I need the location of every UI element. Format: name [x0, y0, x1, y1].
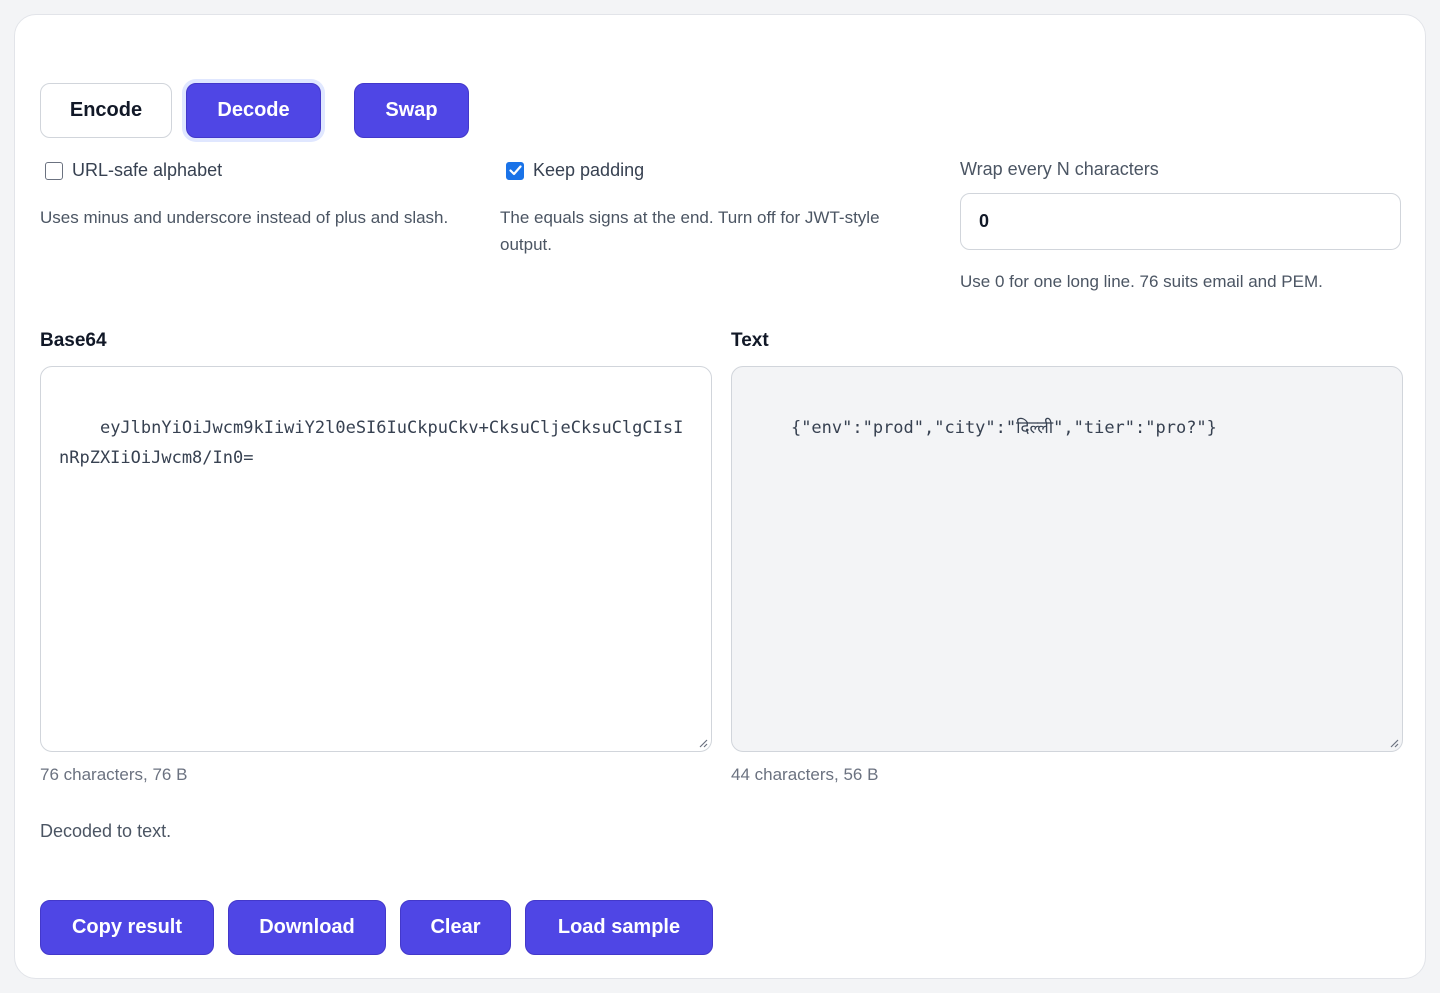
decode-button[interactable]: Decode: [186, 83, 321, 138]
wrap-input-value: 0: [979, 211, 990, 231]
text-textarea[interactable]: {"env":"prod","city":"दिल्ली","tier":"pr…: [731, 366, 1403, 752]
wrap-hint: Use 0 for one long line. 76 suits email …: [960, 272, 1323, 291]
url-safe-checkbox[interactable]: [45, 161, 63, 180]
base64-meta: 76 characters, 76 B: [40, 765, 188, 784]
download-button[interactable]: Download: [228, 900, 386, 955]
text-pane-label: Text: [731, 330, 769, 351]
keep-padding-hint: The equals signs at the end. Turn off fo…: [500, 208, 880, 254]
check-icon: [508, 165, 522, 176]
url-safe-label: URL-safe alphabet: [72, 160, 223, 180]
keep-padding-checkbox[interactable]: [506, 161, 524, 180]
text-meta: 44 characters, 56 B: [731, 765, 879, 784]
text-value: {"env":"prod","city":"दिल्ली","tier":"pr…: [790, 418, 1217, 438]
resize-handle-icon[interactable]: [1389, 738, 1399, 748]
encode-button[interactable]: Encode: [40, 83, 172, 138]
swap-button[interactable]: Swap: [354, 83, 469, 138]
status-message: Decoded to text.: [40, 821, 172, 841]
clear-button[interactable]: Clear: [400, 900, 511, 955]
url-safe-hint: Uses minus and underscore instead of plu…: [40, 208, 449, 227]
keep-padding-option[interactable]: Keep padding: [506, 160, 644, 181]
base64-tool-card: Encode Decode Swap URL-safe alphabet Use…: [14, 14, 1426, 979]
wrap-label: Wrap every N characters: [960, 159, 1159, 179]
resize-handle-icon[interactable]: [698, 738, 708, 748]
keep-padding-label: Keep padding: [533, 160, 645, 180]
base64-pane-label: Base64: [40, 330, 107, 351]
base64-value: eyJlbnYiOiJwcm9kIiwiY2l0eSI6IuCkpuCkv+Ck…: [59, 418, 684, 468]
load-sample-button[interactable]: Load sample: [525, 900, 713, 955]
base64-textarea[interactable]: eyJlbnYiOiJwcm9kIiwiY2l0eSI6IuCkpuCkv+Ck…: [40, 366, 712, 752]
url-safe-option[interactable]: URL-safe alphabet: [45, 160, 222, 181]
copy-result-button[interactable]: Copy result: [40, 900, 214, 955]
wrap-input[interactable]: 0: [960, 193, 1401, 250]
